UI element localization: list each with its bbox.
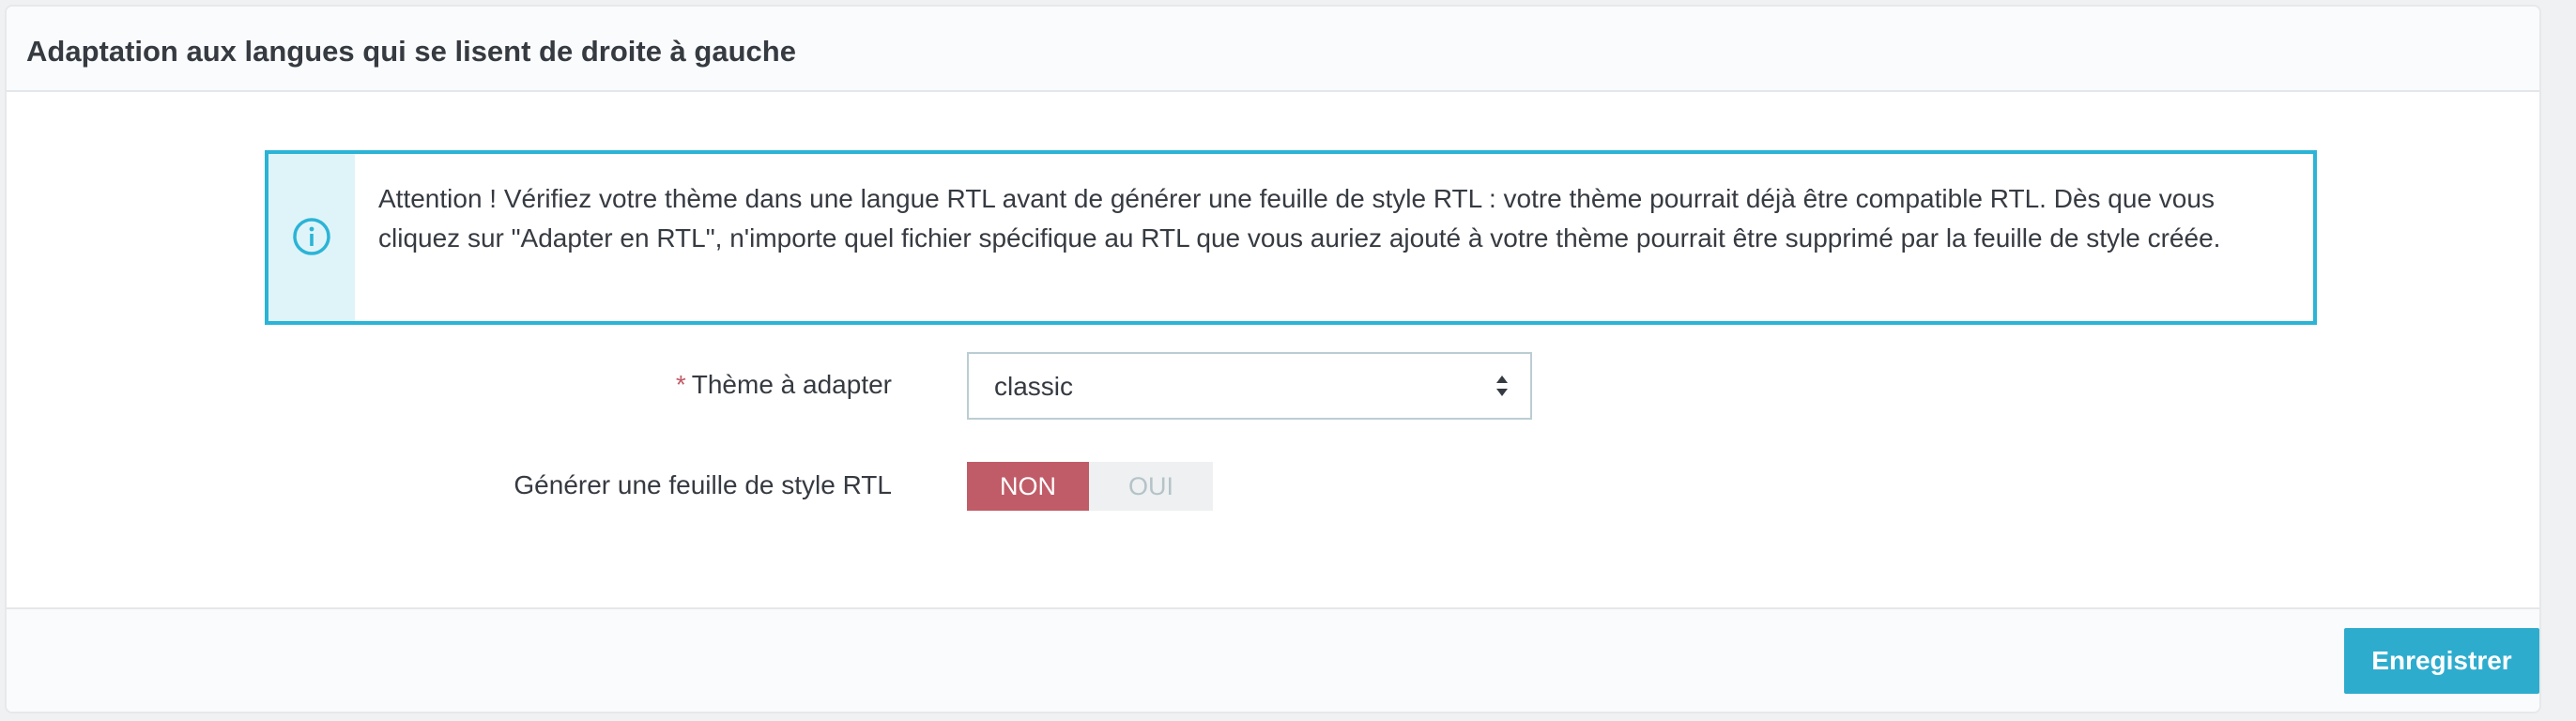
alert-icon-column xyxy=(268,154,355,321)
save-button[interactable]: Enregistrer xyxy=(2344,628,2539,694)
required-asterisk: * xyxy=(675,370,686,399)
info-alert: Attention ! Vérifiez votre thème dans un… xyxy=(265,150,2317,325)
theme-select-value: classic xyxy=(994,372,1074,401)
info-circle-icon xyxy=(293,218,330,255)
select-sort-arrows-icon xyxy=(1496,376,1508,396)
switch-option-non[interactable]: NON xyxy=(967,462,1089,511)
panel-title: Adaptation aux langues qui se lisent de … xyxy=(26,35,796,68)
rtl-toggle-switch[interactable]: NON OUI xyxy=(967,462,1213,511)
rtl-adaptation-panel: Adaptation aux langues qui se lisent de … xyxy=(5,5,2541,713)
theme-label-text: Thème à adapter xyxy=(691,370,892,399)
theme-select[interactable]: classic xyxy=(967,352,1532,420)
alert-message: Attention ! Vérifiez votre thème dans un… xyxy=(378,184,2221,253)
switch-option-oui[interactable]: OUI xyxy=(1089,462,1213,511)
rtl-field-label: Générer une feuille de style RTL xyxy=(514,470,892,499)
panel-footer: Enregistrer xyxy=(7,607,2539,712)
theme-field-label: * Thème à adapter xyxy=(676,370,892,400)
panel-header: Adaptation aux langues qui se lisent de … xyxy=(7,7,2539,92)
